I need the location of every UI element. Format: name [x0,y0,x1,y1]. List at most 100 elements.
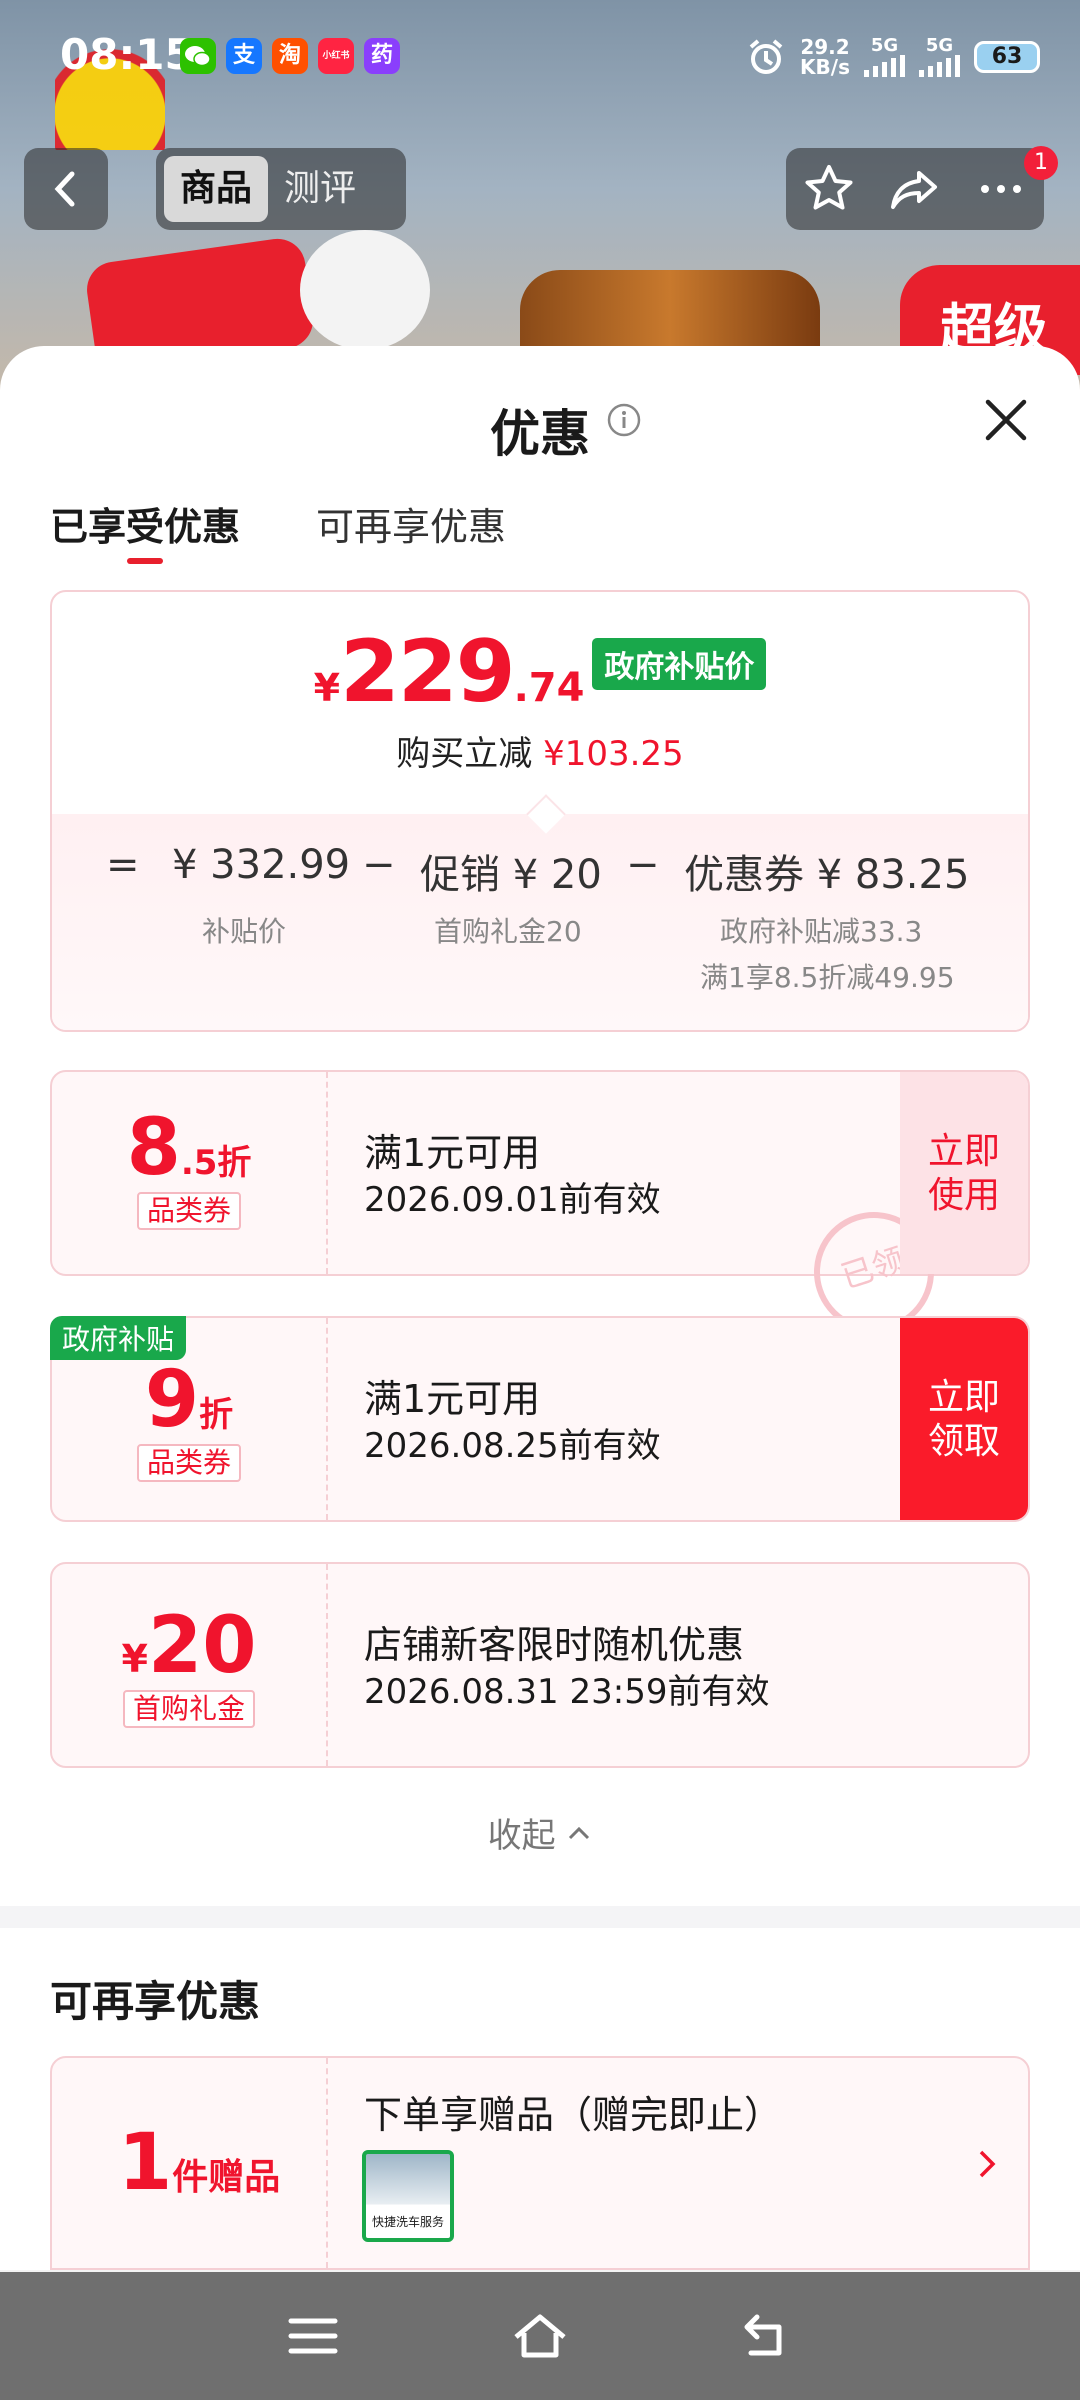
coupon-category: 品类券 [136,1444,241,1482]
coupon-detail-discount: 满1享8.5折减49.95 [700,961,955,994]
notification-badge: 1 [1024,146,1058,180]
gift-count-number: 1 [118,2118,173,2208]
use-now-label-1: 立即 [927,1131,1000,1172]
battery-icon: 63 [974,41,1040,73]
coupon-discount-int: 8 [126,1103,181,1193]
coupon-divider [326,1072,328,1274]
gift-offer-card[interactable]: 1件赠品 下单享赠品（赠完即止） 快捷洗车服务 [50,2056,1030,2270]
jd-mascot [300,230,430,350]
close-icon[interactable] [978,392,1034,448]
price-integer: 229 [340,622,516,722]
reduce-label: 购买立减 [396,734,533,774]
net-speed-unit: KB/s [800,55,850,79]
share-icon[interactable] [885,159,945,219]
coupon-value: 9折 品类券 [52,1318,326,1520]
tab-more-discounts[interactable]: 可再享优惠 [316,496,506,556]
price-breakdown: = ¥ 332.99 − 促销 ¥ 20 − 优惠券 ¥ 83.25 补贴价 首… [52,794,1028,1030]
coupon-discount-dec: .5折 [180,1143,252,1183]
coupon-divider [326,1564,328,1766]
home-icon[interactable] [508,2309,572,2363]
wechat-icon [180,38,216,74]
status-right: 29.2 KB/s 5G 5G 63 [746,32,1040,82]
back-button[interactable] [24,148,108,230]
tab-enjoyed-discounts[interactable]: 已享受优惠 [50,496,240,564]
coupon-condition: 满1元可用 [364,1377,541,1421]
equals-sign: = [106,842,140,888]
product-tab-bar: 商品 测评 [156,148,406,230]
gov-subsidy-price-tag: 政府补贴价 [592,638,767,690]
price-decimal: .74 [513,665,585,711]
gift-thumb-caption: 快捷洗车服务 [371,2215,444,2229]
coupon-divider [326,2058,328,2268]
coupon-value: 8.5折 品类券 [52,1072,326,1274]
signal-sim1: 5G [864,37,905,77]
base-price: ¥ 332.99 [172,842,351,888]
price-summary-top: ¥229.74 政府补贴价 购买立减 ¥103.25 [52,592,1028,814]
claim-now-button[interactable]: 立即 领取 [900,1318,1028,1520]
section-divider [0,1906,1080,1928]
more-discounts-title: 可再享优惠 [50,1977,261,2026]
signal-sim2: 5G [919,37,960,77]
coupon-value: ¥20 首购礼金 [52,1564,326,1766]
clock: 08:15 [60,30,194,79]
promo-detail: 首购礼金20 [434,915,582,948]
coupon-detail-gov: 政府补贴减33.3 [720,915,923,948]
instant-reduction: 购买立减 ¥103.25 [52,726,1028,775]
reduce-amount: ¥103.25 [543,734,684,774]
use-now-button[interactable]: 立即 使用 [900,1072,1028,1274]
star-icon[interactable] [799,159,859,219]
sheet-title: 优惠 [490,405,590,463]
coupon-discount-int: 9 [144,1355,200,1445]
coupon-validity: 2026.08.25前有效 [364,1426,661,1466]
gift-count-unit: 件赠品 [172,2157,281,2198]
coupon-validity: 2026.08.31 23:59前有效 [364,1672,770,1712]
tab-review[interactable]: 测评 [268,156,372,222]
coupon-amount: 优惠券 ¥ 83.25 [684,852,970,898]
menu-icon[interactable] [283,2311,343,2361]
coupon-card: ¥20 首购礼金 店铺新客限时随机优惠 2026.08.31 23:59前有效 [50,1562,1030,1768]
xiaohongshu-icon: 小红书 [318,38,354,74]
screen: { "status_bar": { "time": "08:15", "app_… [0,0,1080,2400]
alipay-icon: 支 [226,38,262,74]
price-summary-card: ¥229.74 政府补贴价 购买立减 ¥103.25 = ¥ 332.99 − 促… [50,590,1030,1032]
currency-symbol: ¥ [313,666,341,710]
pharmacy-icon: 药 [364,38,400,74]
minus-sign: − [362,842,396,888]
coupon-discount-unit: 折 [199,1395,234,1435]
sim1-label: 5G [870,35,899,56]
status-bar: 08:15 支 淘 小红书 药 29.2 KB/s 5G 5G 63 [0,0,1080,110]
coupon-card: 政府补贴 9折 品类券 满1元可用 2026.08.25前有效 立即 领取 [50,1316,1030,1522]
chevron-left-icon [54,171,75,207]
claim-now-label-1: 立即 [927,1377,1000,1418]
info-icon[interactable] [606,402,642,438]
use-now-label-2: 使用 [927,1175,1000,1216]
coupon-amount: 20 [147,1601,257,1691]
chevron-right-icon [979,2150,996,2178]
back-icon[interactable] [737,2309,797,2363]
signal-bars-icon [864,55,905,77]
chevron-up-icon [569,1826,590,1840]
base-price-label: 补贴价 [202,915,287,948]
tab-product[interactable]: 商品 [164,156,269,222]
gift-count: 1件赠品 [118,2118,280,2208]
collapse-button[interactable]: 收起 [0,1808,1080,1857]
coupon-validity: 2026.09.01前有效 [364,1180,661,1220]
promo-amount: 促销 ¥ 20 [420,852,602,898]
final-price: ¥229.74 政府补贴价 [52,622,1028,722]
net-speed: 29.2 KB/s [800,37,850,77]
sheet-tabs: 已享受优惠 可再享优惠 [50,496,506,564]
minus-sign: − [626,842,660,888]
gift-title: 下单享赠品（赠完即止） [364,2093,783,2137]
net-speed-value: 29.2 [800,35,850,59]
more-icon[interactable] [971,159,1031,219]
coupon-currency: ¥ [121,1637,148,1681]
discount-sheet: 优惠 已享受优惠 可再享优惠 ¥229.74 政府补贴价 购买立减 ¥103.25… [0,346,1080,2270]
sim2-label: 5G [925,35,954,56]
system-nav-bar [0,2272,1080,2400]
coupon-card: 8.5折 品类券 满1元可用 2026.09.01前有效 已领 立即 使用 [50,1070,1030,1348]
product-actions [786,148,1044,230]
signal-bars-icon [919,55,960,77]
taobao-icon: 淘 [272,38,308,74]
gift-thumbnail[interactable]: 快捷洗车服务 [362,2150,454,2242]
coupon-condition: 店铺新客限时随机优惠 [364,1623,745,1667]
